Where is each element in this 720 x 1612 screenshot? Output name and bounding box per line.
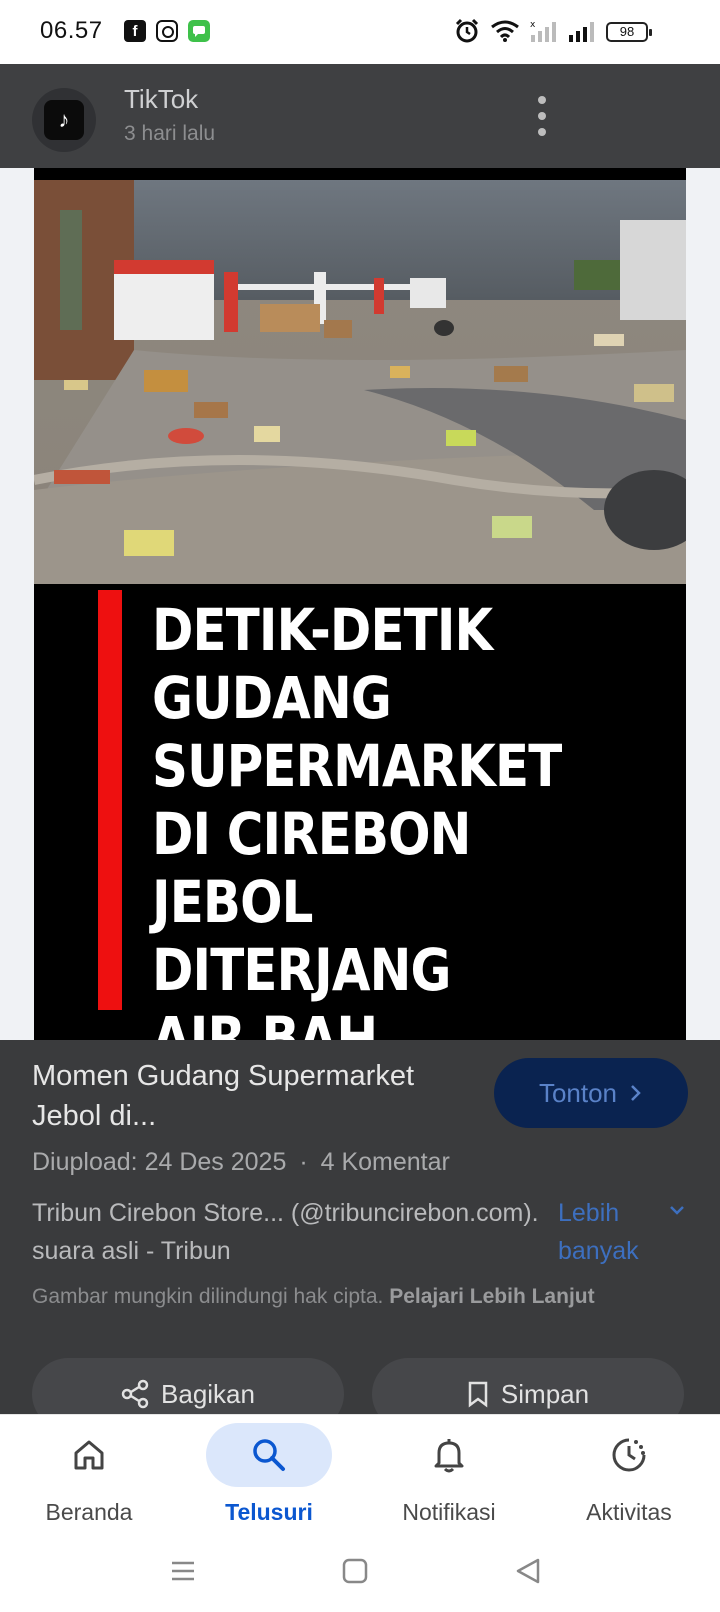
home-icon: [74, 1440, 104, 1470]
learn-more-link[interactable]: Pelajari Lebih Lanjut: [389, 1285, 594, 1308]
bell-icon: [434, 1439, 464, 1473]
search-icon: [253, 1439, 285, 1471]
dot: [538, 112, 546, 120]
share-label: Bagikan: [161, 1378, 255, 1409]
notification-icons: f: [124, 20, 210, 42]
copyright-text: Gambar mungkin dilindungi hak cipta.: [32, 1285, 384, 1308]
tiktok-logo[interactable]: ♪: [32, 88, 96, 152]
activity-icon: [612, 1438, 646, 1472]
result-description: Tribun Cirebon Store... (@tribuncirebon.…: [32, 1199, 539, 1265]
chevron-right-icon: [631, 1085, 641, 1101]
video-thumbnail[interactable]: DETIK-DETIK GUDANG SUPERMARKET DI CIREBO…: [34, 168, 686, 1040]
headline-accent-bar: [98, 590, 122, 1010]
result-info: Momen Gudang Supermarket Jebol di... Ton…: [0, 1040, 720, 1430]
headline-panel: DETIK-DETIK GUDANG SUPERMARKET DI CIREBO…: [34, 584, 686, 1040]
signal-icon: x: [530, 20, 556, 42]
source-name[interactable]: TikTok: [124, 84, 198, 115]
dot: [538, 96, 546, 104]
back-icon[interactable]: [514, 1556, 542, 1586]
result-title[interactable]: Momen Gudang Supermarket Jebol di...: [32, 1056, 452, 1136]
system-status-icons: x: [454, 18, 596, 44]
upload-date: Diupload: 24 Des 2025: [32, 1148, 287, 1176]
bottom-navigation: Beranda Telusuri Notifikasi Aktivitas: [0, 1414, 720, 1536]
nav-activity[interactable]: Aktivitas: [544, 1423, 714, 1533]
save-label: Simpan: [500, 1378, 590, 1409]
more-options-button[interactable]: [528, 96, 556, 136]
nav-home[interactable]: Beranda: [4, 1423, 174, 1533]
source-time: 3 hari lalu: [124, 122, 216, 145]
nav-notifications-label: Notifikasi: [402, 1499, 496, 1525]
video-headline: DETIK-DETIK GUDANG SUPERMARKET DI CIREBO…: [152, 596, 562, 1040]
meta-separator: ·: [299, 1148, 308, 1176]
chevron-down-icon[interactable]: [668, 1204, 686, 1216]
signal-icon-2: [569, 22, 594, 42]
comment-count: 4 Komentar: [320, 1148, 450, 1176]
tiktok-icon: ♪: [44, 100, 84, 140]
nav-home-label: Beranda: [45, 1499, 133, 1525]
watch-label: Tonton: [538, 1077, 618, 1108]
nav-activity-icon-wrap: [566, 1423, 692, 1487]
result-overlay: ♪ TikTok 3 hari lalu DETIK-DETIK GUDANG …: [0, 64, 720, 1430]
nav-home-icon-wrap: [26, 1423, 152, 1487]
alarm-icon: [455, 18, 479, 43]
copyright-notice: Gambar mungkin dilindungi hak cipta. Pel…: [32, 1285, 595, 1309]
watch-button[interactable]: Tonton: [494, 1058, 688, 1128]
status-bar: 06.57 f x 98: [0, 0, 720, 64]
status-time: 06.57: [40, 17, 103, 44]
source-header: ♪ TikTok 3 hari lalu: [0, 64, 720, 168]
nav-search-pill: [206, 1423, 332, 1487]
nav-activity-label: Aktivitas: [586, 1499, 672, 1525]
dot: [538, 128, 546, 136]
message-icon: [188, 20, 210, 42]
svg-text:x: x: [530, 20, 536, 30]
wifi-icon: [491, 20, 519, 42]
recent-apps-icon[interactable]: [168, 1556, 198, 1586]
nav-notifications[interactable]: Notifikasi: [364, 1423, 534, 1533]
nav-search-label: Telusuri: [225, 1499, 313, 1525]
flood-photo: [34, 180, 686, 584]
nav-search[interactable]: Telusuri: [184, 1423, 354, 1533]
battery-indicator: 98: [606, 22, 652, 42]
nav-notifications-icon-wrap: [386, 1423, 512, 1487]
home-button-icon[interactable]: [342, 1556, 368, 1586]
system-navigation: [0, 1536, 720, 1612]
bookmark-icon: [468, 1381, 488, 1408]
share-icon: [121, 1379, 149, 1409]
instagram-icon: [156, 20, 178, 42]
result-meta: Diupload: 24 Des 2025 · 4 Komentar: [32, 1148, 450, 1177]
facebook-icon: f: [124, 20, 146, 42]
